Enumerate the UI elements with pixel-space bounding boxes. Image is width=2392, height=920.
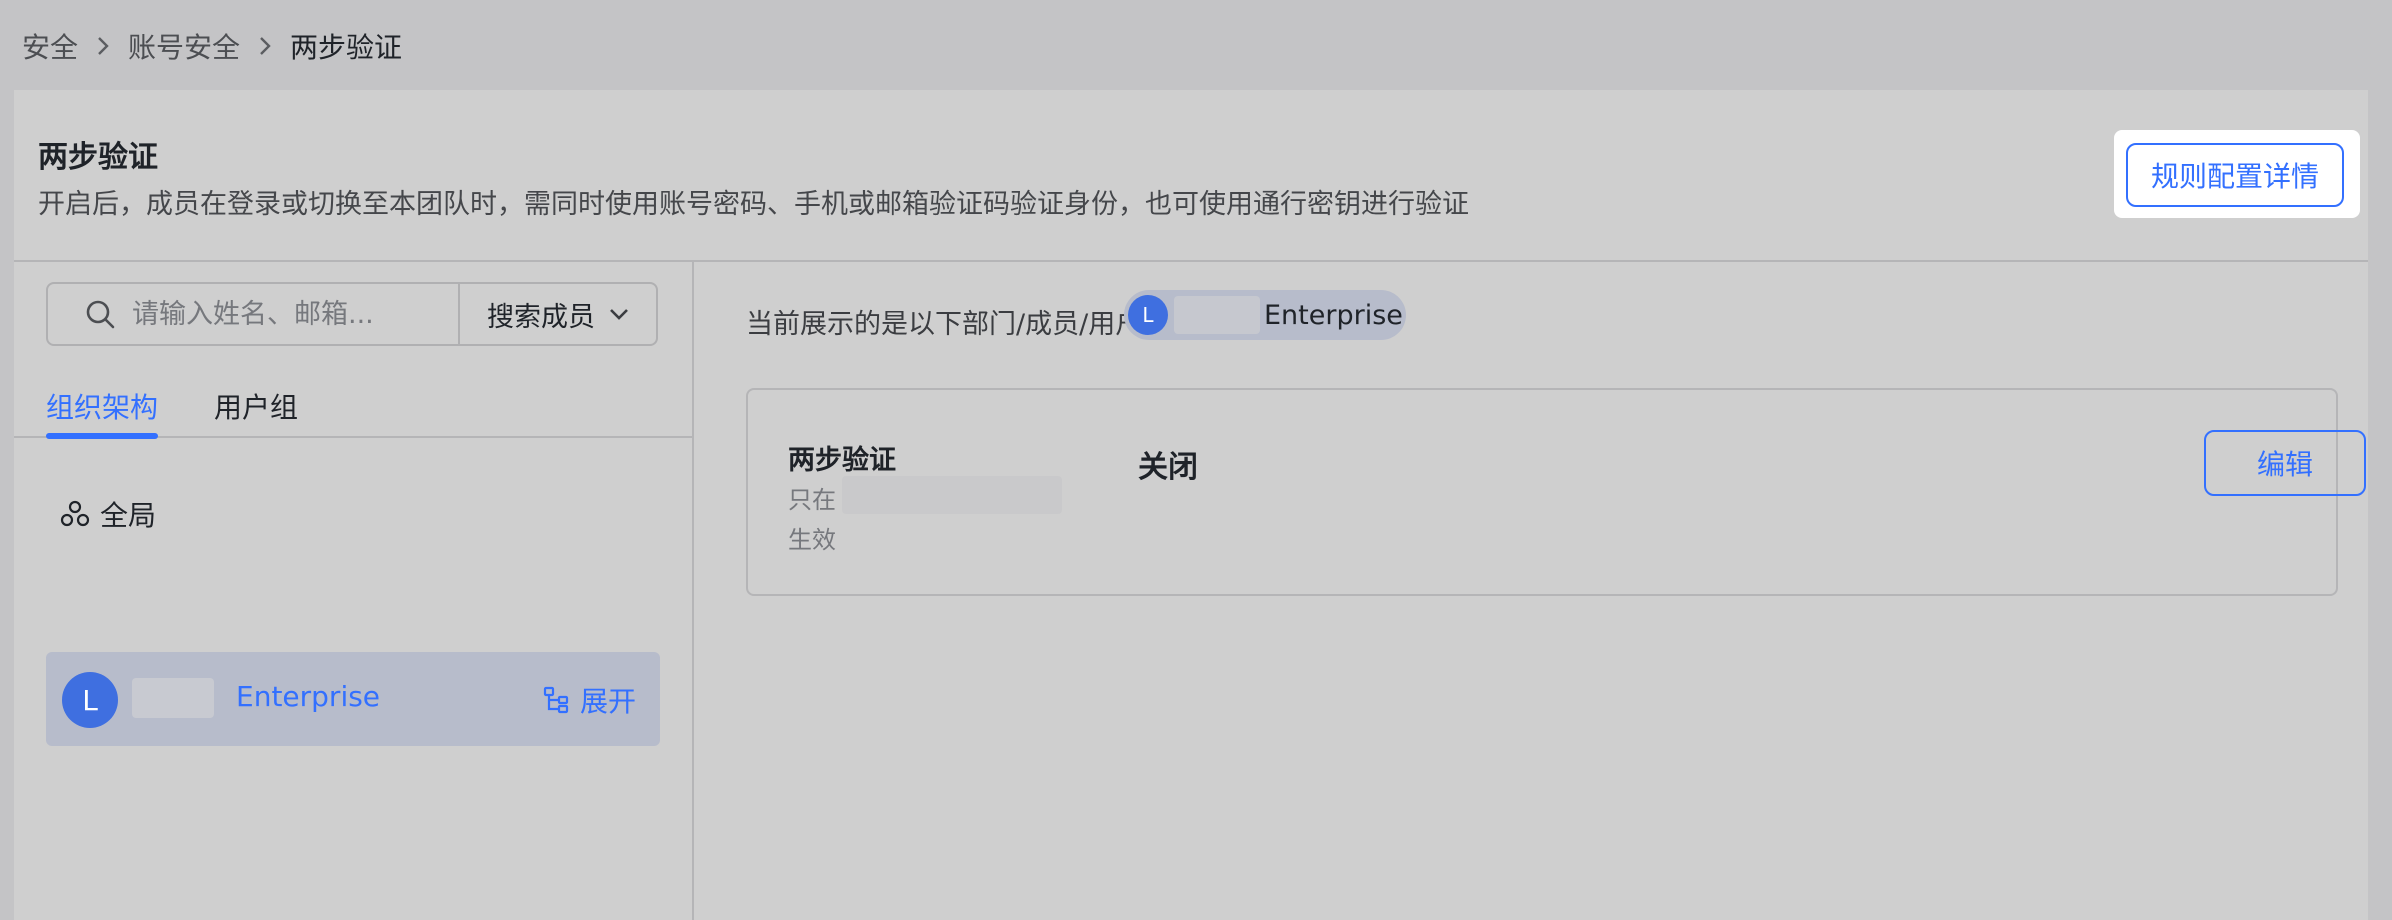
setting-note-suffix: 生效 xyxy=(788,526,836,554)
redacted-name xyxy=(1174,296,1260,334)
member-search-bar: 搜索成员 xyxy=(46,282,658,346)
tree-item-label: 全局 xyxy=(100,499,157,532)
settings-panel: 两步验证 开启后，成员在登录或切换至本团队时，需同时使用账号密码、手机或邮箱验证… xyxy=(14,90,2368,920)
breadcrumb: 安全 账号安全 两步验证 xyxy=(22,26,402,66)
scope-target-tag: L Enterprise xyxy=(1124,290,1406,340)
tree-tabs: 组织架构 用户组 xyxy=(14,368,692,439)
active-tab-indicator xyxy=(46,433,158,439)
tree-item-enterprise[interactable]: L Enterprise 展开 xyxy=(46,652,660,746)
chevron-right-icon xyxy=(96,35,110,57)
setting-note-prefix: 只在 xyxy=(788,486,836,514)
tree-item-label: Enterprise xyxy=(236,680,381,713)
search-scope-select[interactable]: 搜索成员 xyxy=(458,284,656,344)
setting-title: 两步验证 xyxy=(788,445,896,476)
tab-org-structure[interactable]: 组织架构 xyxy=(46,386,158,426)
search-scope-label: 搜索成员 xyxy=(487,301,595,333)
setting-status: 关闭 xyxy=(1138,450,1198,485)
breadcrumb-item-current: 两步验证 xyxy=(290,31,403,64)
settings-detail-pane: 当前展示的是以下部门/成员/用户组的设置： L Enterprise 两步验证 … xyxy=(694,262,2368,920)
expand-label: 展开 xyxy=(579,685,636,718)
page-header: 两步验证 开启后，成员在登录或切换至本团队时，需同时使用账号密码、手机或邮箱验证… xyxy=(14,90,2368,262)
page-description: 开启后，成员在登录或切换至本团队时，需同时使用账号密码、手机或邮箱验证码验证身份… xyxy=(38,189,1469,220)
page-title: 两步验证 xyxy=(38,140,158,175)
avatar: L xyxy=(1128,295,1168,335)
redacted-name xyxy=(132,678,214,718)
edit-button[interactable]: 编辑 xyxy=(2204,430,2366,496)
tree-structure-icon xyxy=(542,686,570,714)
tab-user-groups[interactable]: 用户组 xyxy=(214,386,298,426)
avatar: L xyxy=(62,672,118,728)
org-cluster-icon xyxy=(60,499,90,529)
expand-button[interactable]: 展开 xyxy=(542,680,636,720)
two-step-setting-card: 两步验证 只在 生效 关闭 编辑 xyxy=(746,388,2366,596)
chevron-down-icon xyxy=(609,307,629,321)
search-icon xyxy=(84,298,116,330)
search-field[interactable] xyxy=(48,284,458,344)
breadcrumb-item-security[interactable]: 安全 xyxy=(22,26,78,66)
redacted-scope xyxy=(842,476,1062,514)
rules-config-details-button[interactable]: 规则配置详情 xyxy=(2126,143,2344,207)
search-input[interactable] xyxy=(130,297,434,331)
tree-item-global[interactable]: 全局 xyxy=(60,494,156,534)
scope-target-name: Enterprise xyxy=(1264,300,1403,331)
chevron-right-icon xyxy=(258,35,272,57)
breadcrumb-item-account-security[interactable]: 账号安全 xyxy=(128,26,240,66)
org-tree-pane: 搜索成员 组织架构 用户组 全局 L Ent xyxy=(14,262,694,920)
